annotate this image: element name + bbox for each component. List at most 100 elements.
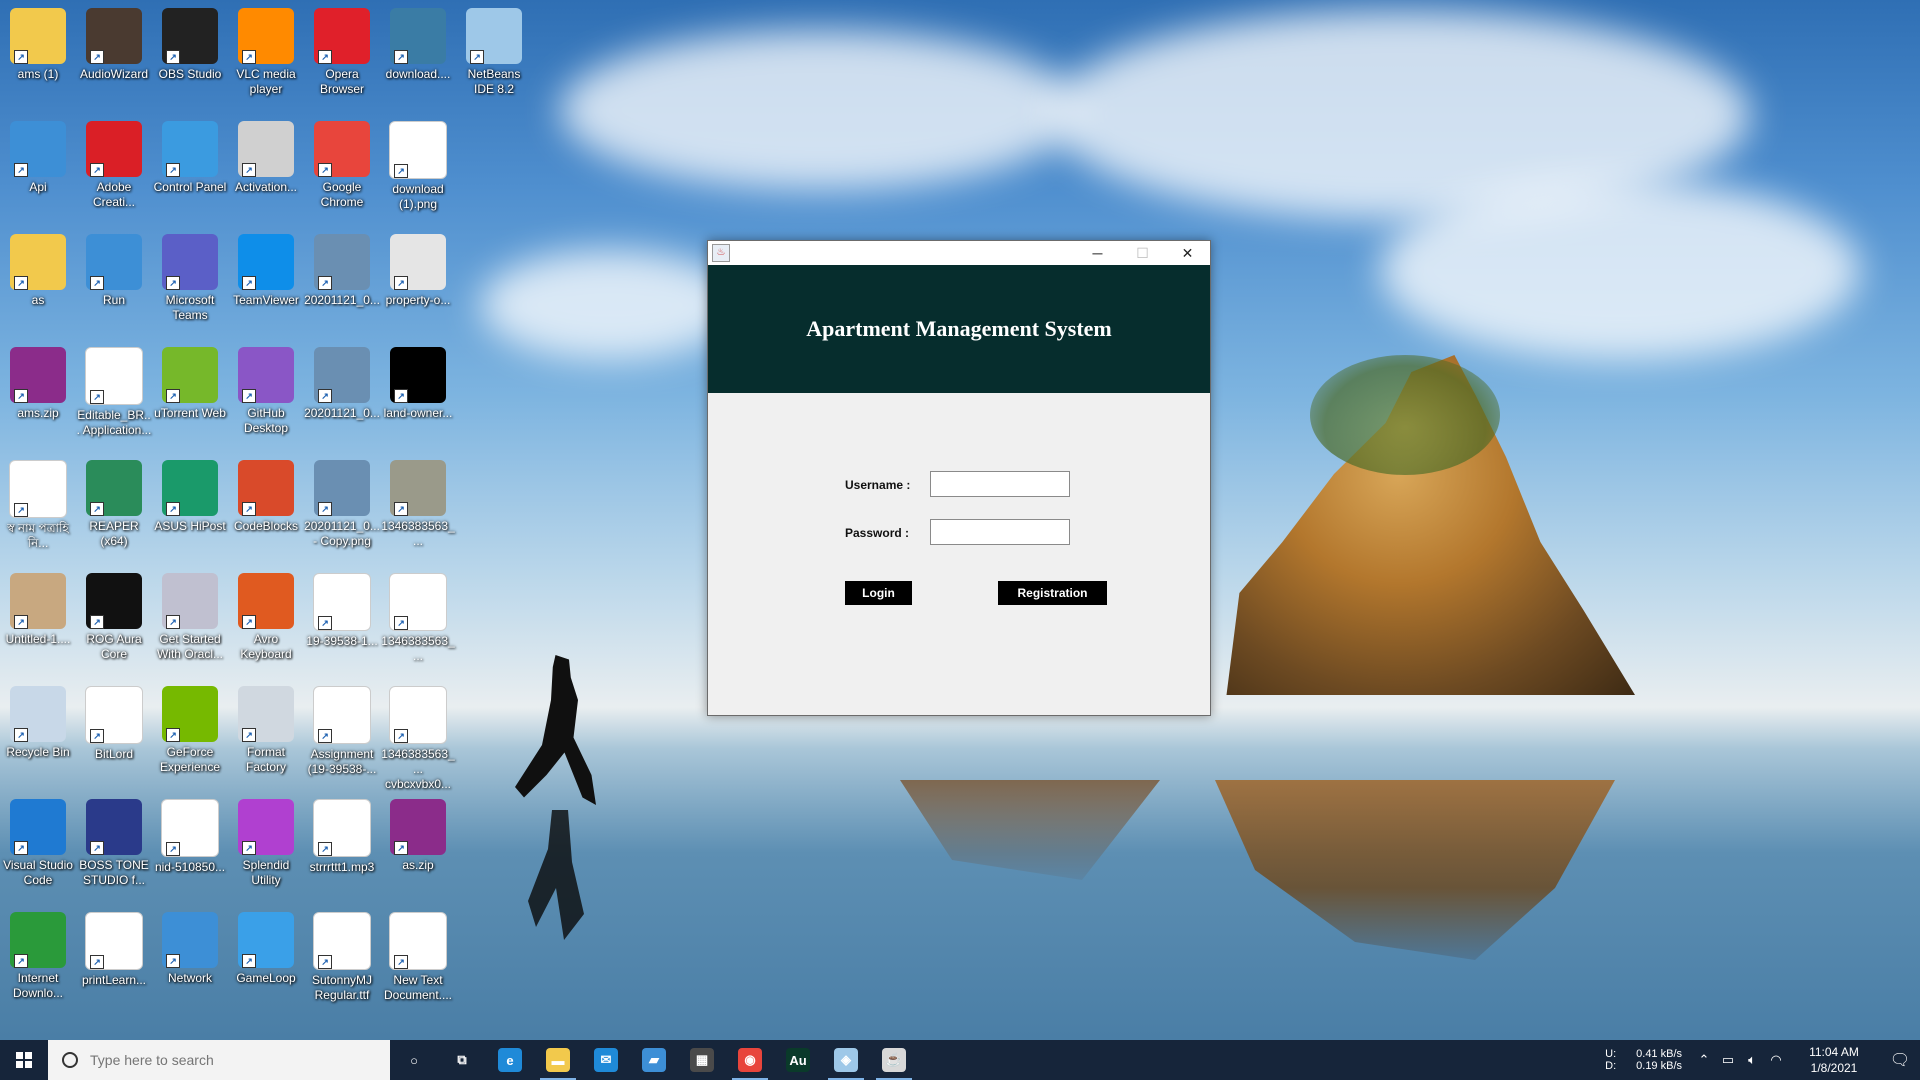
desktop-icon[interactable]: ↗ Adobe Creati... [76,117,152,210]
chevron-up-icon[interactable]: ⌃ [1692,1052,1716,1068]
asus-hipost-icon: ↗ [162,460,218,516]
runner-reflection [528,810,584,940]
taskbar-app-button[interactable]: Au [774,1040,822,1080]
desktop-icon[interactable]: ↗ 1346383563_... [380,456,456,549]
desktop-icon[interactable]: ↗ Microsoft Teams [152,230,228,323]
desktop-icon[interactable]: ↗ 19-39538-1... [304,569,380,649]
close-button[interactable]: ✕ [1165,241,1210,265]
desktop-icon[interactable]: ↗ Editable_BR... Application... [76,343,152,438]
desktop-icon[interactable]: ↗ AudioWizard [76,4,152,82]
desktop-icon[interactable]: ↗ OBS Studio [152,4,228,82]
desktop-icon[interactable]: ↗ Control Panel [152,117,228,195]
desktop-icon[interactable]: ↗ Splendid Utility [228,795,304,888]
desktop-icon[interactable]: ↗ BOSS TONE STUDIO f... [76,795,152,888]
taskbar-app-button[interactable]: ▦ [678,1040,726,1080]
desktop-icon[interactable]: ↗ NetBeans IDE 8.2 [456,4,532,97]
registration-button[interactable]: Registration [998,581,1107,605]
desktop-icon[interactable]: ↗ ams.zip [0,343,76,421]
desktop-icon[interactable]: ↗ Avro Keyboard [228,569,304,662]
desktop-icon[interactable]: ↗ Opera Browser [304,4,380,97]
desktop-icon[interactable]: ↗ Visual Studio Code [0,795,76,888]
desktop-icon[interactable]: ↗ Api [0,117,76,195]
desktop-icon[interactable]: ↗ Internet Downlo... [0,908,76,1001]
desktop-icon[interactable]: ↗ Get Started With Oracl... [152,569,228,662]
taskbar-search-box[interactable] [48,1040,390,1080]
shortcut-arrow-icon: ↗ [166,276,180,290]
shortcut-arrow-icon: ↗ [318,389,332,403]
taskbar-app-button[interactable]: ✉ [582,1040,630,1080]
taskbar-app-button[interactable]: ⧉ [438,1040,486,1080]
java-taskbar-icon: ☕ [882,1048,906,1072]
desktop-icon[interactable]: ↗ land-owner... [380,343,456,421]
desktop-icon[interactable]: ↗ BitLord [76,682,152,762]
desktop-icon[interactable]: ↗ 1346383563_... [380,569,456,664]
desktop-icon[interactable]: ↗ REAPER (x64) [76,456,152,549]
desktop-icon[interactable]: ↗ 20201121_0... [304,343,380,421]
desktop-icon[interactable]: ↗ Google Chrome [304,117,380,210]
desktop-icon[interactable]: ↗ as [0,230,76,308]
desktop-icon[interactable]: ↗ GeForce Experience [152,682,228,775]
desktop-icon[interactable]: ↗ 1346383563_... cvbcxvbx0... [380,682,456,792]
desktop-icon-label: BOSS TONE STUDIO f... [79,858,149,887]
shortcut-arrow-icon: ↗ [318,955,332,969]
desktop-icon[interactable]: ↗ uTorrent Web [152,343,228,421]
desktop-icon[interactable]: ↗ CodeBlocks [228,456,304,534]
desktop-icon[interactable]: ↗ VLC media player [228,4,304,97]
shortcut-arrow-icon: ↗ [242,276,256,290]
start-button[interactable] [0,1040,48,1080]
desktop-icon[interactable]: ↗ printLearn... [76,908,152,988]
desktop-icon[interactable]: ↗ ASUS HiPost [152,456,228,534]
pdf-icon: ↗ [85,347,143,405]
windows-logo-icon [16,1052,32,1068]
wifi-icon[interactable]: ◠ [1764,1052,1788,1068]
taskbar-app-button[interactable]: e [486,1040,534,1080]
desktop-icon[interactable]: ↗ Recycle Bin [0,682,76,760]
oracle-db-icon: ↗ [162,573,218,629]
java-icon: ♨ [712,244,730,262]
search-input[interactable] [88,1051,372,1069]
desktop-icon[interactable]: ↗ New Text Document.... [380,908,456,1003]
taskbar-app-button[interactable]: ○ [390,1040,438,1080]
desktop-icon[interactable]: ↗ download.... [380,4,456,82]
desktop-icon[interactable]: ↗ SutonnyMJ Regular.ttf [304,908,380,1003]
desktop-icon[interactable]: ↗ TeamViewer [228,230,304,308]
desktop-icon[interactable]: ↗ ROG Aura Core [76,569,152,662]
login-button[interactable]: Login [845,581,912,605]
minimize-button[interactable]: ─ [1075,241,1120,265]
desktop-icon[interactable]: ↗ Network [152,908,228,986]
desktop-icon[interactable]: ↗ 20201121_0... [304,230,380,308]
desktop-icon[interactable]: ↗ nid-510850... [152,795,228,875]
notification-icon[interactable]: 🗨︎ [1880,1050,1920,1070]
desktop-icon[interactable]: ↗ strrrttt1.mp3 [304,795,380,875]
winrar-icon: ↗ [390,799,446,855]
taskbar-app-button[interactable]: ☕ [870,1040,918,1080]
shortcut-arrow-icon: ↗ [90,955,104,969]
taskbar-app-button[interactable]: ◈ [822,1040,870,1080]
desktop-icon[interactable]: ↗ Activation... [228,117,304,195]
volume-icon[interactable]: 🔈︎ [1740,1052,1764,1068]
username-input[interactable] [930,471,1070,497]
desktop-icon[interactable]: ↗ Run [76,230,152,308]
taskbar-app-button[interactable]: ▬ [534,1040,582,1080]
shortcut-arrow-icon: ↗ [166,728,180,742]
desktop-icon[interactable]: ↗ Format Factory [228,682,304,775]
desktop-icon[interactable]: ↗ ams (1) [0,4,76,82]
password-input[interactable] [930,519,1070,545]
apartment-login-window[interactable]: ♨ ─ ☐ ✕ Apartment Management System User… [707,240,1211,716]
desktop-icon[interactable]: ↗ property-o... [380,230,456,308]
desktop-icon[interactable]: ↗ GameLoop [228,908,304,986]
desktop-icon[interactable]: ↗ Assignment (19-39538-... [304,682,380,777]
desktop-icon[interactable]: ↗ download (1).png [380,117,456,212]
clock[interactable]: 11:04 AM 1/8/2021 [1794,1044,1874,1076]
maximize-button[interactable]: ☐ [1120,241,1165,265]
desktop-icon[interactable]: ↗ as.zip [380,795,456,873]
taskbar-app-button[interactable]: ▰ [630,1040,678,1080]
window-titlebar[interactable]: ♨ ─ ☐ ✕ [708,241,1210,265]
desktop-icon[interactable]: ↗ GitHub Desktop [228,343,304,436]
desktop-icon[interactable]: ↗ স্ব নাম পত্রাহি নি... [0,456,76,551]
taskbar-app-button[interactable]: ◉ [726,1040,774,1080]
network-icon: ↗ [162,912,218,968]
desktop-icon[interactable]: ↗ 20201121_0... - Copy.png [304,456,380,549]
battery-icon[interactable]: ▭ [1716,1052,1740,1068]
desktop-icon[interactable]: ↗ Untitled-1.... [0,569,76,647]
